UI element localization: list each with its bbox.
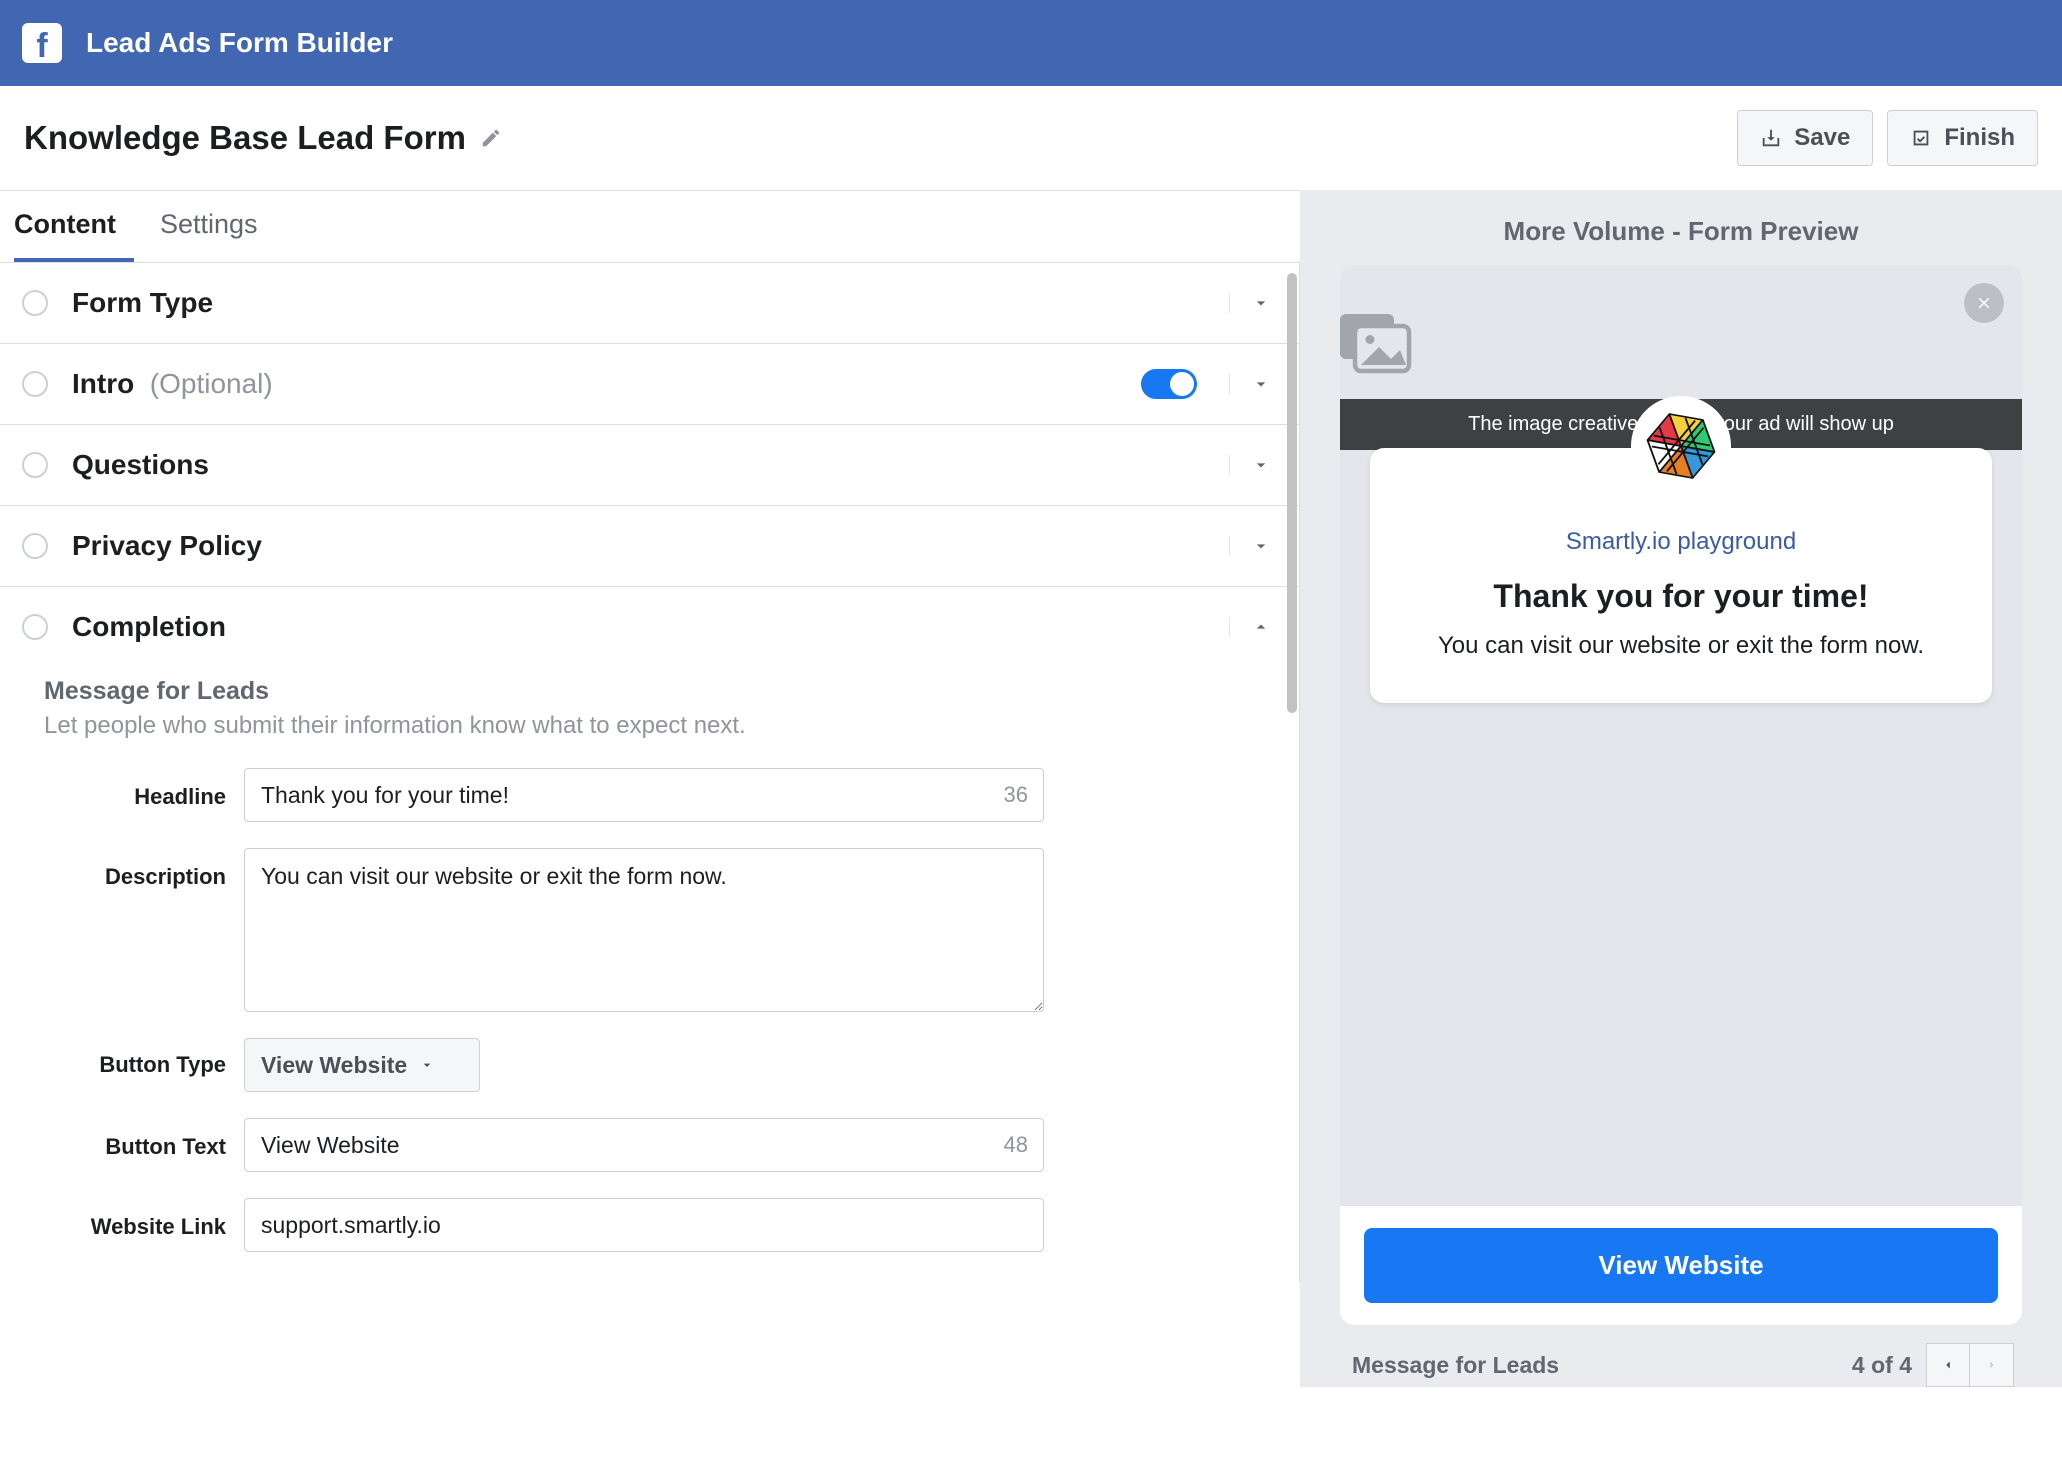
section-status-icon [22,290,48,316]
pager-position: 4 of 4 [1852,1352,1912,1379]
chevron-down-icon [1229,374,1277,394]
edit-title-icon[interactable] [480,127,502,149]
description-label: Description [44,848,244,890]
pager-next-button[interactable] [1970,1343,2014,1387]
headline-label: Headline [44,768,244,810]
section-status-icon [22,614,48,640]
preview-phone: The image creative used in your ad will … [1340,265,2022,1325]
button-type-select[interactable]: View Website [244,1038,480,1092]
save-button-label: Save [1794,124,1850,152]
preview-title: More Volume - Form Preview [1300,190,2062,265]
description-textarea[interactable] [244,848,1044,1012]
save-button[interactable]: Save [1737,110,1873,166]
button-text-counter: 48 [1004,1132,1028,1158]
headline-input[interactable] [244,768,1044,822]
chevron-up-icon [1229,617,1277,637]
pager-label: Message for Leads [1352,1352,1852,1379]
section-status-icon [22,452,48,478]
website-link-label: Website Link [44,1198,244,1240]
pager-prev-button[interactable] [1926,1343,1970,1387]
message-for-leads-heading: Message for Leads [44,677,1275,706]
finish-button[interactable]: Finish [1887,110,2038,166]
topbar-title: Lead Ads Form Builder [86,27,393,59]
preview-description: You can visit our website or exit the fo… [1400,629,1962,663]
completion-body: Message for Leads Let people who submit … [0,667,1299,1282]
title-row: Knowledge Base Lead Form Save Finish [0,86,2062,190]
button-type-value: View Website [261,1052,407,1079]
section-status-icon [22,371,48,397]
section-status-icon [22,533,48,559]
section-questions[interactable]: Questions [0,425,1299,506]
page-avatar [1631,396,1731,496]
preview-panel: More Volume - Form Preview The image cre… [1300,190,2062,1387]
button-type-label: Button Type [44,1052,244,1078]
section-completion-label: Completion [72,611,226,643]
section-intro[interactable]: Intro (Optional) [0,344,1299,425]
scrollbar[interactable] [1287,273,1297,713]
preview-cta-button[interactable]: View Website [1364,1228,1998,1303]
section-form-type-label: Form Type [72,287,213,319]
preview-headline: Thank you for your time! [1400,578,1962,615]
image-placeholder-icon [1340,313,2022,375]
left-panel: Content Settings Form Type Intro (Option… [0,190,1300,1387]
website-link-input[interactable] [244,1198,1044,1252]
preview-page-name: Smartly.io playground [1400,528,1962,556]
preview-card: Smartly.io playground Thank you for your… [1370,448,1992,703]
headline-counter: 36 [1004,782,1028,808]
preview-pager: Message for Leads 4 of 4 [1300,1325,2062,1387]
save-icon [1760,127,1782,149]
section-privacy-label: Privacy Policy [72,530,262,562]
tab-content[interactable]: Content [14,191,134,262]
form-title: Knowledge Base Lead Form [24,119,466,157]
caret-down-icon [419,1057,435,1073]
section-questions-label: Questions [72,449,209,481]
intro-toggle[interactable] [1141,369,1197,399]
finish-icon [1910,127,1932,149]
facebook-logo: f [22,23,62,63]
section-completion[interactable]: Completion [0,587,1299,667]
section-privacy[interactable]: Privacy Policy [0,506,1299,587]
tabs: Content Settings [0,191,1300,263]
preview-close-button[interactable] [1964,283,2004,323]
finish-button-label: Finish [1944,124,2015,152]
preview-footer: View Website [1340,1206,2022,1325]
message-for-leads-desc: Let people who submit their information … [44,712,1275,740]
topbar: f Lead Ads Form Builder [0,0,2062,86]
chevron-down-icon [1229,293,1277,313]
chevron-down-icon [1229,536,1277,556]
button-text-label: Button Text [44,1118,244,1160]
section-form-type[interactable]: Form Type [0,263,1299,344]
button-text-input[interactable] [244,1118,1044,1172]
chevron-down-icon [1229,455,1277,475]
section-intro-label: Intro (Optional) [72,368,273,400]
tab-settings[interactable]: Settings [160,191,276,262]
